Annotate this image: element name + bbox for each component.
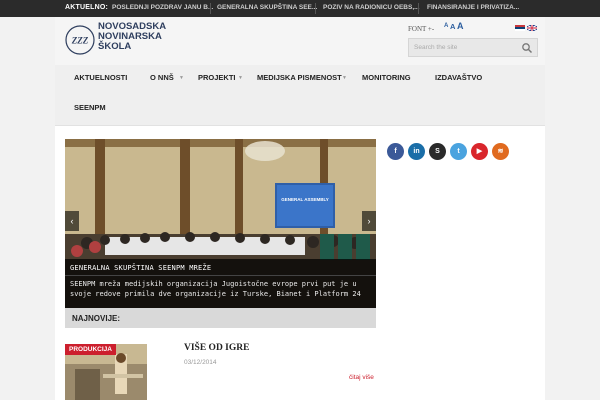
nav-item-izdavastvo[interactable]: IZDAVAŠTVO — [435, 73, 482, 82]
chevron-down-icon: ▼ — [342, 75, 347, 81]
youtube-icon[interactable]: ▶ — [471, 143, 488, 160]
logo-emblem-icon: ZZZ — [65, 25, 95, 55]
search-box[interactable]: Search the site — [408, 38, 538, 57]
slide-screen-text: GENERAL ASSEMBLY — [281, 197, 329, 202]
font-large-button[interactable]: A — [457, 21, 464, 31]
logo-monogram: ZZZ — [71, 36, 89, 46]
nav-item-o-nns[interactable]: O NNŠ — [150, 73, 174, 82]
site-header: ZZZ NOVOSADSKA NOVINARSKA ŠKOLA FONT +- … — [55, 17, 545, 65]
ticker-item[interactable]: GENERALNA SKUPŠTINA SEE... — [217, 4, 317, 11]
font-small-button[interactable]: A — [444, 23, 448, 29]
ticker-item[interactable]: FINANSIRANJE I PRIVATIZA... — [427, 4, 519, 11]
page-container: ZZZ NOVOSADSKA NOVINARSKA ŠKOLA FONT +- … — [55, 17, 545, 400]
nav-item-aktuelnosti[interactable]: AKTUELNOSTI — [74, 73, 127, 82]
caption-divider — [65, 275, 376, 276]
skype-icon[interactable]: S — [429, 143, 446, 160]
read-more-link[interactable]: čitaj više — [349, 374, 374, 381]
featured-slider[interactable]: GENERAL ASSEMBLY ‹ › GENERALNA SKUPŠTINA… — [65, 139, 376, 317]
post-thumbnail[interactable]: PRODUKCIJA — [65, 344, 147, 400]
post-date: 03/12/2014 — [184, 359, 217, 366]
slide-excerpt: SEENPM mreža medijskih organizacija Jugo… — [70, 280, 361, 298]
english-flag-icon[interactable] — [527, 25, 537, 31]
main-navigation: AKTUELNOSTI O NNŠ ▼ PROJEKTI ▼ MEDIJSKA … — [55, 65, 545, 126]
slider-next-button[interactable]: › — [362, 211, 376, 231]
slider-prev-button[interactable]: ‹ — [65, 211, 79, 231]
font-medium-button[interactable]: A — [450, 22, 455, 31]
ticker-divider — [210, 3, 211, 14]
ticker-label: AKTUELNO: — [65, 4, 109, 11]
ticker-divider — [315, 3, 316, 14]
chevron-down-icon: ▼ — [238, 75, 243, 81]
search-input[interactable]: Search the site — [414, 44, 457, 51]
logo-wordmark: NOVOSADSKA NOVINARSKA ŠKOLA — [98, 21, 167, 52]
twitter-icon[interactable]: t — [450, 143, 467, 160]
ticker-item[interactable]: POZIV NA RADIONICU OEBS,... — [323, 4, 420, 11]
nav-item-seenpm[interactable]: SEENPM — [74, 103, 106, 112]
font-size-label: FONT +- — [408, 25, 435, 33]
facebook-icon[interactable]: f — [387, 143, 404, 160]
nav-item-projekti[interactable]: PROJEKTI — [198, 73, 236, 82]
ticker-divider — [418, 3, 419, 14]
rss-icon[interactable]: ≋ — [492, 143, 509, 160]
latest-section-header: NAJNOVIJE: — [65, 308, 376, 328]
post-title[interactable]: VIŠE OD IGRE — [184, 343, 249, 353]
category-badge[interactable]: PRODUKCIJA — [65, 344, 116, 355]
nav-item-medijska-pismenost[interactable]: MEDIJSKA PISMENOST — [257, 73, 342, 82]
slide-title[interactable]: GENERALNA SKUPŠTINA SEENPM MREŽE — [70, 264, 211, 272]
news-ticker: AKTUELNO: POSLEDNJI POZDRAV JANU B... GE… — [0, 0, 600, 17]
search-icon[interactable] — [521, 42, 533, 54]
linkedin-icon[interactable]: in — [408, 143, 425, 160]
ticker-item[interactable]: POSLEDNJI POZDRAV JANU B... — [112, 4, 213, 11]
chevron-down-icon: ▼ — [179, 75, 184, 81]
nav-item-monitoring[interactable]: MONITORING — [362, 73, 411, 82]
serbian-flag-icon[interactable] — [515, 25, 525, 31]
latest-title: NAJNOVIJE: — [72, 314, 121, 323]
site-logo[interactable]: ZZZ NOVOSADSKA NOVINARSKA ŠKOLA — [65, 22, 175, 60]
